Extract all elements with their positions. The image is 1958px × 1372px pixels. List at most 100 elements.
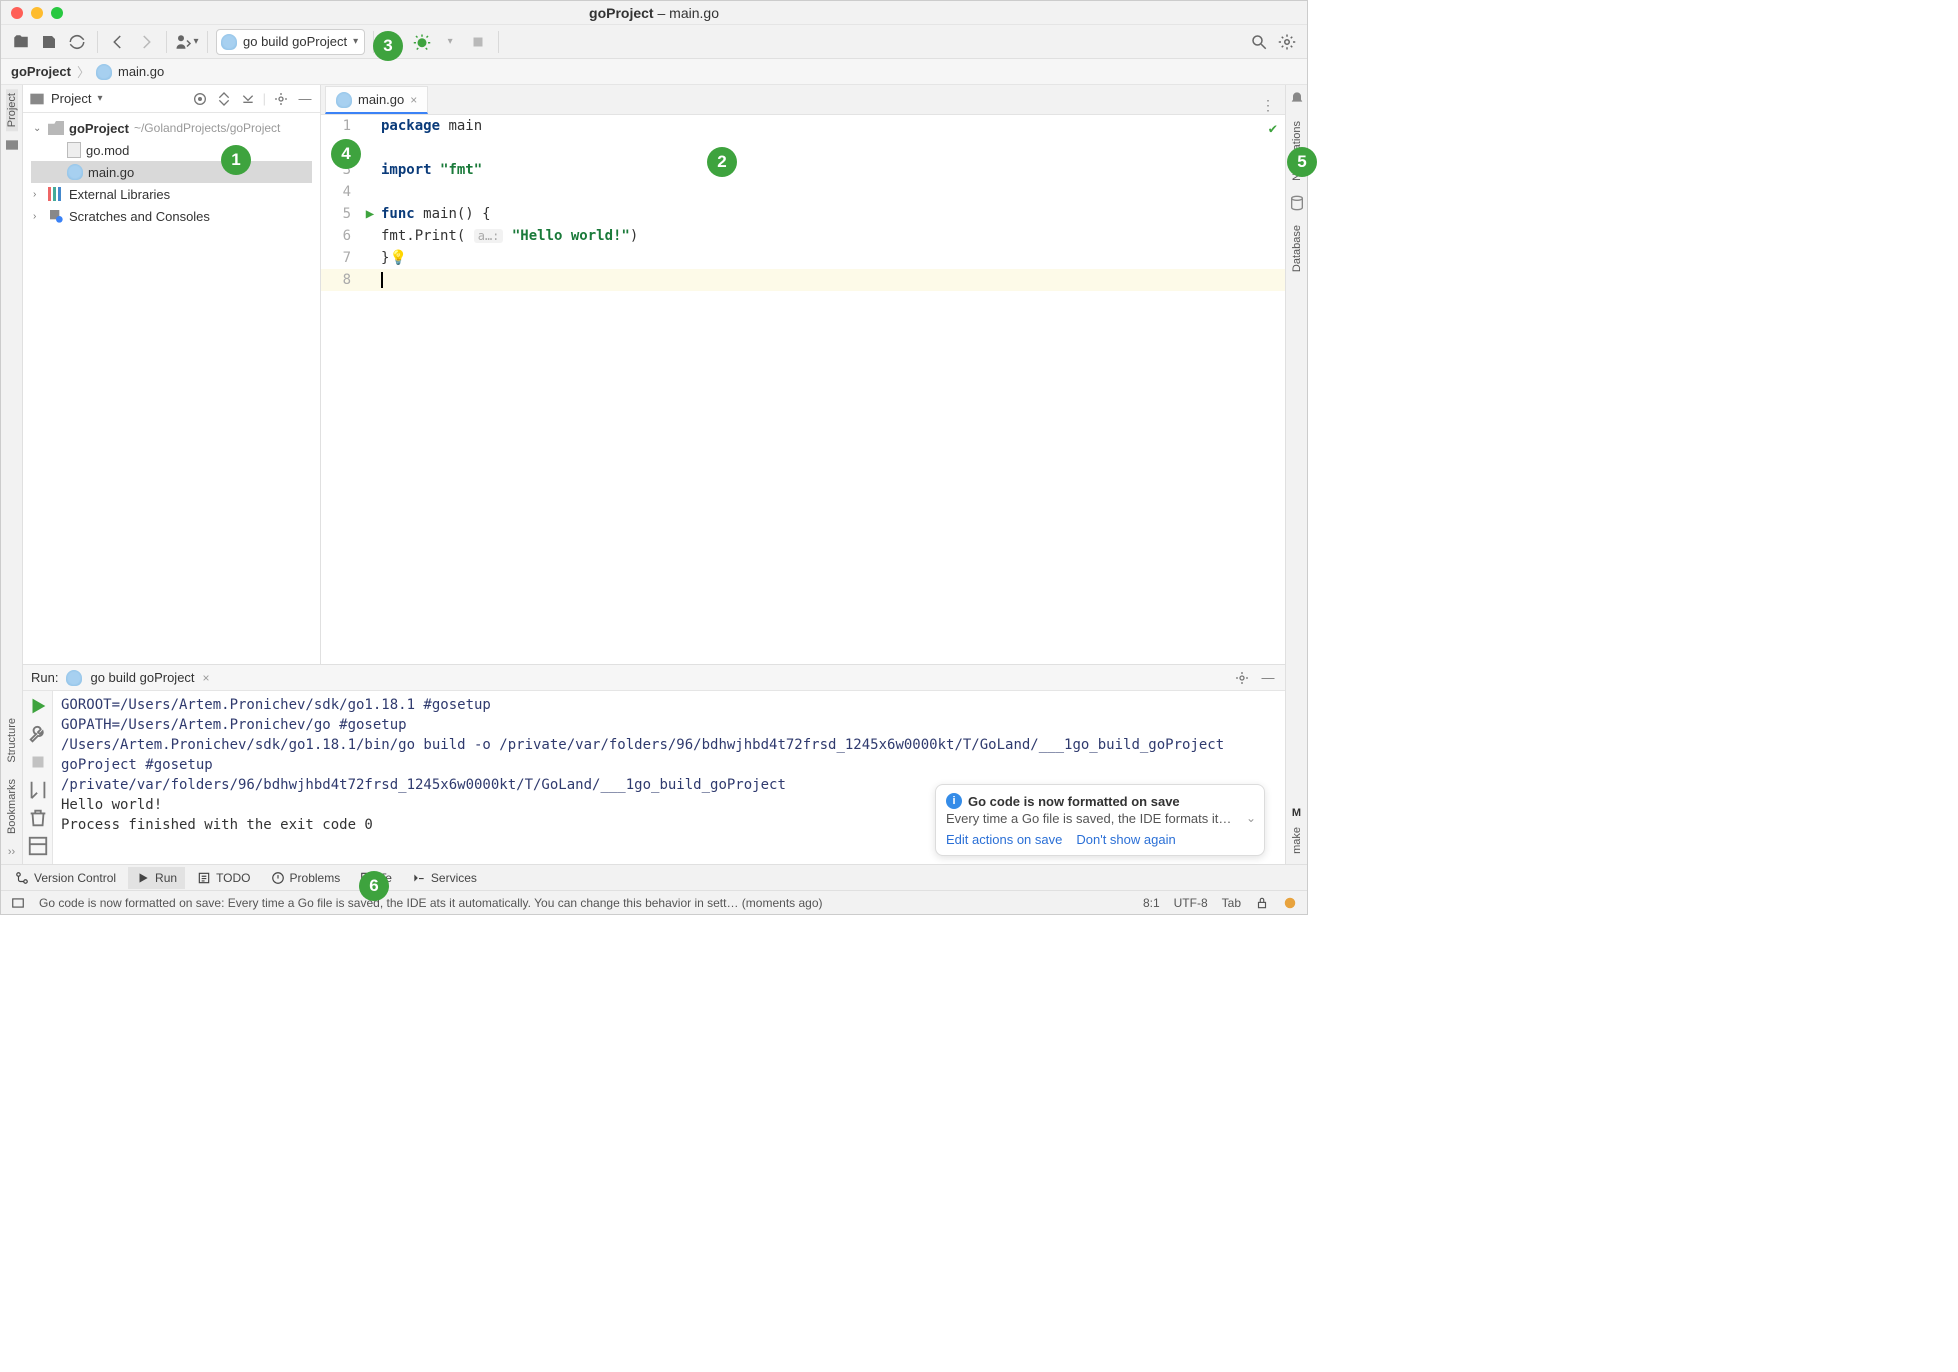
project-panel: Project ▾ | — ⌄ goProject ~/GolandProjec…: [23, 85, 321, 664]
toast-title: Go code is now formatted on save: [968, 794, 1180, 809]
run-minimize-icon[interactable]: —: [1259, 669, 1277, 687]
problems-tab[interactable]: Problems: [263, 867, 349, 889]
project-tool-tab[interactable]: Project: [6, 89, 18, 131]
breadcrumb: goProject 〉 main.go: [1, 59, 1307, 85]
rerun-icon[interactable]: [27, 695, 49, 717]
toast-body: Every time a Go file is saved, the IDE f…: [946, 811, 1236, 826]
stop-icon[interactable]: [466, 30, 490, 54]
expand-all-icon[interactable]: [215, 90, 233, 108]
status-cursor[interactable]: 8:1: [1143, 896, 1160, 910]
callout-6: 6: [359, 871, 389, 901]
vcs-tab[interactable]: Version Control: [7, 867, 124, 889]
breadcrumb-file[interactable]: main.go: [118, 64, 164, 79]
notifications-icon[interactable]: [1289, 91, 1305, 107]
toast-expand-icon[interactable]: ⌄: [1246, 811, 1256, 825]
callout-3: 3: [373, 31, 403, 61]
make-tool-tab[interactable]: make: [1291, 823, 1303, 858]
status-bar: Go code is now formatted on save: Every …: [1, 890, 1307, 914]
nav-forward-icon[interactable]: [134, 30, 158, 54]
run-settings-icon[interactable]: [1233, 669, 1251, 687]
bookmarks-tool-tab[interactable]: Bookmarks: [6, 775, 18, 838]
open-file-icon[interactable]: [9, 30, 33, 54]
bottom-tool-tabs: Version Control Run TODO Problems Te Ser…: [1, 864, 1307, 890]
panel-minimize-icon[interactable]: —: [296, 90, 314, 108]
run-panel-header: Run: go build goProject × —: [23, 665, 1285, 691]
tree-scratches[interactable]: › Scratches and Consoles: [31, 205, 312, 227]
code-editor[interactable]: ✔ 1package main23import "fmt"45▶func mai…: [321, 115, 1285, 664]
status-processes-icon[interactable]: [1283, 896, 1297, 910]
status-tooltip-icon[interactable]: [11, 896, 25, 910]
todo-tab[interactable]: TODO: [189, 867, 258, 889]
window-controls: [1, 7, 73, 19]
save-all-icon[interactable]: [37, 30, 61, 54]
run-toolbar: [23, 691, 53, 864]
nav-back-icon[interactable]: [106, 30, 130, 54]
run-layout-icon[interactable]: [27, 835, 49, 857]
project-tree: ⌄ goProject ~/GolandProjects/goProject g…: [23, 113, 320, 231]
locate-icon[interactable]: [191, 90, 209, 108]
debug-icon[interactable]: [410, 30, 434, 54]
tree-file-gomod[interactable]: go.mod: [31, 139, 312, 161]
right-bottom-rail: M make: [1285, 664, 1307, 864]
project-view-icon: [29, 91, 45, 107]
database-icon[interactable]: [1289, 195, 1305, 211]
run-with-profile-icon[interactable]: ▾: [175, 30, 199, 54]
project-panel-title[interactable]: Project: [51, 91, 91, 106]
toast-dont-show-link[interactable]: Don't show again: [1076, 832, 1175, 847]
window-title: goProject – main.go: [589, 5, 719, 21]
run-tab[interactable]: Run: [128, 867, 185, 889]
database-tool-tab[interactable]: Database: [1291, 221, 1303, 276]
panel-settings-icon[interactable]: [272, 90, 290, 108]
run-scroll-icon[interactable]: [27, 779, 49, 801]
search-everywhere-icon[interactable]: [1247, 30, 1271, 54]
toast-edit-actions-link[interactable]: Edit actions on save: [946, 832, 1062, 847]
status-lock-icon[interactable]: [1255, 896, 1269, 910]
run-stop-icon[interactable]: [27, 751, 49, 773]
tree-file-maingo[interactable]: main.go: [31, 161, 312, 183]
more-run-icon[interactable]: ▾: [438, 30, 462, 54]
callout-1: 1: [221, 145, 251, 175]
services-tab[interactable]: Services: [404, 867, 485, 889]
gopher-icon: [336, 92, 352, 108]
maximize-window-button[interactable]: [51, 7, 63, 19]
left-bottom-rail: Structure Bookmarks ››: [1, 664, 23, 864]
status-message: Go code is now formatted on save: Every …: [39, 896, 823, 910]
run-panel-config[interactable]: go build goProject: [90, 670, 194, 685]
close-window-button[interactable]: [11, 7, 23, 19]
refresh-icon[interactable]: [65, 30, 89, 54]
run-wrench-icon[interactable]: [27, 723, 49, 745]
project-view-chevron[interactable]: ▾: [97, 93, 102, 104]
notification-toast: i Go code is now formatted on save Every…: [935, 784, 1265, 856]
editor-tab-maingo[interactable]: main.go ×: [325, 86, 428, 114]
tab-close-icon[interactable]: ×: [410, 93, 417, 107]
run-panel-title: Run:: [31, 670, 58, 685]
gopher-icon: [66, 670, 82, 686]
callout-5: 5: [1287, 147, 1317, 177]
structure-tool-tab[interactable]: Structure: [6, 714, 18, 767]
make-rail-m-icon: M: [1292, 807, 1301, 819]
project-rail-icon: [4, 137, 20, 153]
gopher-icon: [67, 164, 83, 180]
rail-more-icon[interactable]: ››: [8, 846, 15, 858]
titlebar: goProject – main.go: [1, 1, 1307, 25]
file-icon: [67, 142, 81, 158]
collapse-all-icon[interactable]: [239, 90, 257, 108]
status-encoding[interactable]: UTF-8: [1174, 896, 1208, 910]
gopher-icon: [221, 34, 237, 50]
run-config-selector[interactable]: go build goProject ▾: [216, 29, 365, 55]
left-tool-rail: Project: [1, 85, 23, 664]
library-icon: [48, 187, 64, 201]
tree-root[interactable]: ⌄ goProject ~/GolandProjects/goProject: [31, 117, 312, 139]
gopher-icon: [96, 64, 112, 80]
callout-4: 4: [331, 139, 361, 169]
minimize-window-button[interactable]: [31, 7, 43, 19]
breadcrumb-project[interactable]: goProject: [11, 64, 71, 79]
editor-area: main.go × ⋮ ✔ 1package main23import "fmt…: [321, 85, 1285, 664]
main-toolbar: ▾ go build goProject ▾ ▾: [1, 25, 1307, 59]
tree-external-libs[interactable]: › External Libraries: [31, 183, 312, 205]
status-indent[interactable]: Tab: [1222, 896, 1241, 910]
settings-icon[interactable]: [1275, 30, 1299, 54]
run-tab-close-icon[interactable]: ×: [203, 671, 210, 685]
run-trash-icon[interactable]: [27, 807, 49, 829]
tabs-more-icon[interactable]: ⋮: [1251, 97, 1285, 114]
